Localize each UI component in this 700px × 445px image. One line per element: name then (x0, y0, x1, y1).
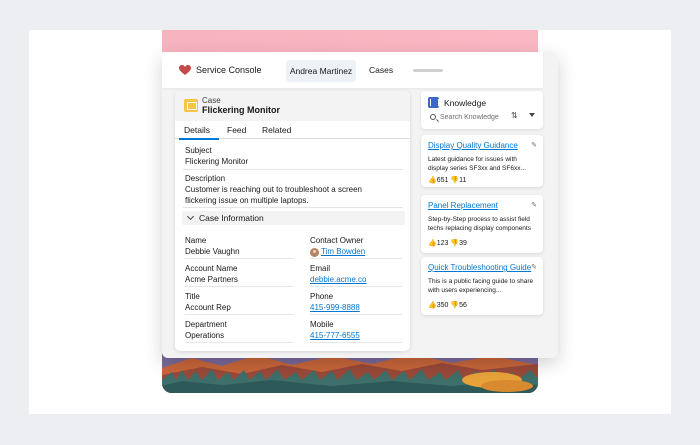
department-value: Operations (185, 331, 225, 340)
article-votes: 👍123 👎39 (428, 239, 467, 247)
contact-owner-link[interactable]: Tim Bowden (321, 247, 365, 256)
active-tab-indicator (179, 138, 219, 140)
article-description: Step-by-Step process to assist field tec… (428, 216, 531, 232)
divider (185, 314, 293, 315)
case-label: Case (202, 96, 221, 105)
divider (183, 169, 403, 170)
tab-andrea-martinez[interactable]: Andrea Martinez (286, 60, 356, 82)
tab-feed[interactable]: Feed (227, 125, 246, 135)
divider (310, 258, 402, 259)
tab-related[interactable]: Related (262, 125, 291, 135)
console-topbar: Service Console Andrea Martinez Cases (162, 52, 543, 88)
article-votes: 👍651 👎11 (428, 176, 466, 184)
case-record-panel: Case Flickering Monitor Details Feed Rel… (175, 91, 410, 351)
thumbs-down-icon[interactable]: 👎 (450, 302, 459, 309)
search-icon (430, 114, 436, 120)
subject-value: Flickering Monitor (185, 157, 249, 166)
avatar (310, 248, 319, 257)
description-label: Description (185, 174, 226, 183)
pin-icon[interactable]: ✎ (531, 263, 537, 271)
knowledge-panel: Knowledge ⇅ Display Quality Guidance ✎ L… (421, 91, 543, 351)
knowledge-article-card[interactable]: Quick Troubleshooting Guide ✎ This is a … (421, 257, 543, 315)
divider (310, 286, 402, 287)
case-title: Flickering Monitor (202, 105, 281, 115)
divider (185, 286, 293, 287)
divider (185, 342, 293, 343)
name-label: Name (185, 236, 207, 245)
decorative-band (162, 30, 538, 52)
contact-owner-label: Contact Owner (310, 236, 364, 245)
knowledge-title: Knowledge (444, 98, 487, 108)
name-value: Debbie Vaughn (185, 247, 240, 256)
knowledge-header: Knowledge ⇅ (421, 91, 543, 129)
thumbs-up-icon[interactable]: 👍 (428, 240, 437, 247)
tab-placeholder (413, 69, 443, 72)
case-icon (184, 99, 198, 112)
case-information-section-header[interactable]: Case Information (182, 211, 405, 225)
thumbs-down-icon[interactable]: 👎 (450, 177, 459, 184)
knowledge-book-icon (428, 97, 439, 108)
pin-icon[interactable]: ✎ (531, 201, 537, 209)
app-name: Service Console (196, 65, 262, 75)
phone-label: Phone (310, 292, 334, 301)
department-label: Department (185, 320, 227, 329)
thumbs-down-icon[interactable]: 👎 (450, 240, 459, 247)
downvote-count: 39 (459, 240, 467, 247)
article-votes: 👍350 👎56 (428, 301, 467, 309)
search-knowledge-input[interactable] (440, 111, 506, 123)
section-title: Case Information (199, 213, 264, 223)
mobile-label: Mobile (310, 320, 334, 329)
downvote-count: 11 (459, 177, 467, 184)
downvote-count: 56 (459, 302, 467, 309)
mobile-link[interactable]: 415-777-6555 (310, 331, 360, 340)
tab-cases[interactable]: Cases (369, 65, 393, 75)
case-header: Case Flickering Monitor (175, 91, 410, 121)
thumbs-up-icon[interactable]: 👍 (428, 302, 437, 309)
thumbs-up-icon[interactable]: 👍 (428, 177, 437, 184)
phone-link[interactable]: 415-999-8888 (310, 303, 360, 312)
article-description: Latest guidance for issues with display … (428, 156, 526, 172)
knowledge-article-card[interactable]: Display Quality Guidance ✎ Latest guidan… (421, 135, 543, 187)
pin-icon[interactable]: ✎ (531, 141, 537, 149)
account-name-value: Acme Partners (185, 275, 238, 284)
title-label: Title (185, 292, 200, 301)
sort-icon[interactable]: ⇅ (511, 111, 518, 120)
article-title-link[interactable]: Quick Troubleshooting Guide (428, 263, 531, 272)
upvote-count: 123 (436, 240, 449, 247)
tab-details[interactable]: Details (184, 125, 210, 135)
email-label: Email (310, 264, 331, 273)
subject-label: Subject (185, 146, 212, 155)
case-tabs: Details Feed Related (175, 121, 410, 139)
article-title-link[interactable]: Display Quality Guidance (428, 141, 518, 150)
divider (310, 342, 402, 343)
divider (183, 207, 403, 208)
email-link[interactable]: debbie.acme.co (310, 275, 366, 284)
heart-logo-icon (179, 65, 191, 75)
chevron-down-icon[interactable] (529, 113, 535, 117)
article-description: This is a public facing guide to share w… (428, 278, 534, 294)
account-name-label: Account Name (185, 264, 238, 273)
divider (185, 258, 293, 259)
knowledge-article-card[interactable]: Panel Replacement ✎ Step-by-Step process… (421, 195, 543, 253)
divider (310, 314, 402, 315)
upvote-count: 651 (436, 177, 449, 184)
title-value: Account Rep (185, 303, 231, 312)
chevron-down-icon (186, 212, 195, 221)
service-console-window: Service Console Andrea Martinez Cases Ca… (162, 52, 558, 358)
description-value: Customer is reaching out to troubleshoot… (185, 185, 362, 205)
article-title-link[interactable]: Panel Replacement (428, 201, 498, 210)
upvote-count: 350 (436, 302, 449, 309)
